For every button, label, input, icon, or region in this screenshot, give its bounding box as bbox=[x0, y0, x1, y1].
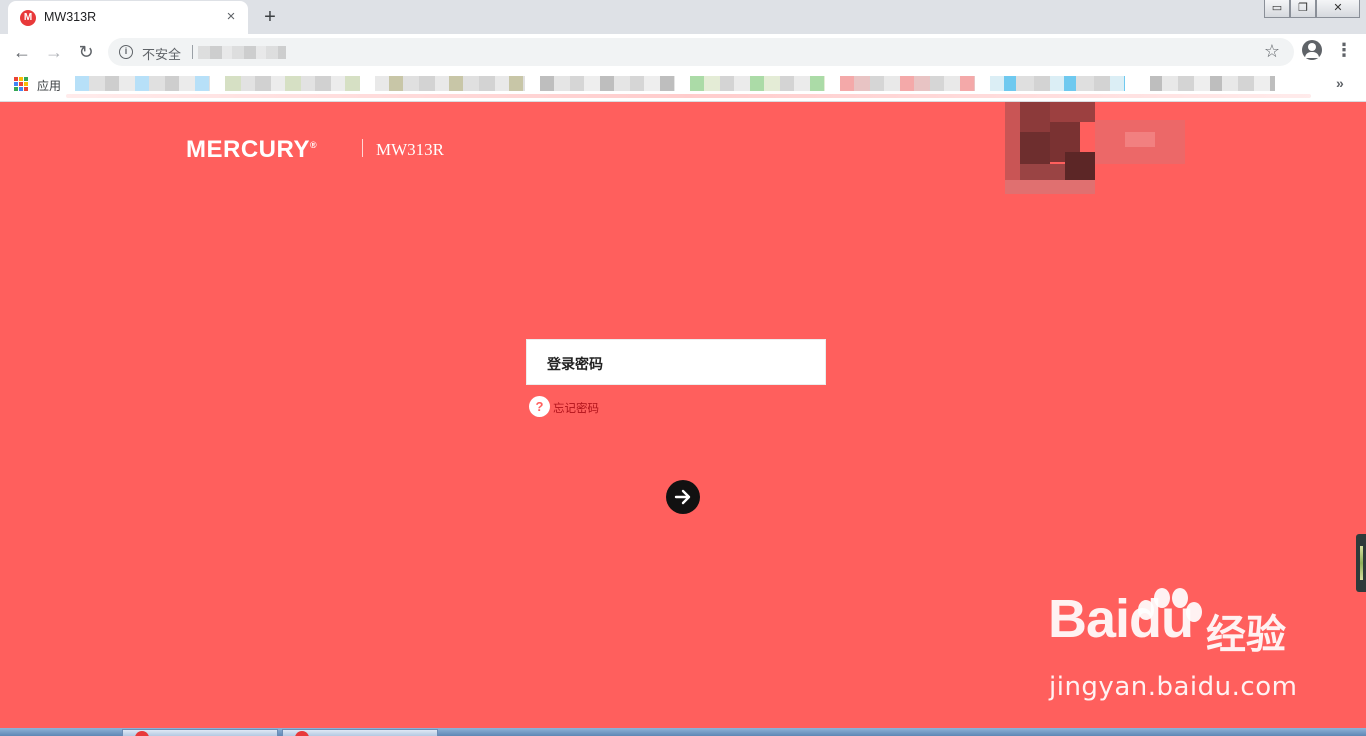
reload-button[interactable]: ↻ bbox=[74, 40, 98, 64]
browser-toolbar: ← → ↻ i 不安全 ☆ bbox=[0, 34, 1366, 70]
bookmarks-bar: 应用 » bbox=[0, 70, 1366, 102]
restore-button[interactable]: ❐ bbox=[1290, 0, 1316, 18]
url-divider bbox=[192, 45, 193, 59]
forgot-password-label[interactable]: 忘记密码 bbox=[553, 400, 599, 416]
password-placeholder: 登录密码 bbox=[547, 357, 603, 373]
router-model: MW313R bbox=[376, 140, 444, 159]
chrome-task-icon bbox=[135, 731, 149, 736]
apps-label[interactable]: 应用 bbox=[37, 77, 61, 94]
bookmark-highlight-strip bbox=[66, 94, 1311, 98]
logo-divider bbox=[362, 139, 363, 157]
blurred-bookmark[interactable] bbox=[1150, 76, 1275, 91]
blurred-bookmark[interactable] bbox=[540, 76, 675, 91]
more-bookmarks-icon[interactable]: » bbox=[1336, 75, 1344, 91]
info-icon[interactable]: i bbox=[119, 45, 133, 59]
blurred-image bbox=[1005, 102, 1185, 194]
blurred-bookmark[interactable] bbox=[990, 76, 1125, 91]
apps-grid-icon[interactable] bbox=[14, 77, 28, 91]
forward-button[interactable]: → bbox=[42, 40, 66, 64]
blurred-bookmark[interactable] bbox=[225, 76, 360, 91]
blurred-bookmark[interactable] bbox=[690, 76, 825, 91]
tab-title: MW313R bbox=[44, 10, 97, 24]
bookmark-star-icon[interactable]: ☆ bbox=[1264, 41, 1280, 62]
minimize-button[interactable]: ▭ bbox=[1264, 0, 1290, 18]
side-scroll-handle[interactable] bbox=[1356, 534, 1366, 592]
chrome-task-icon bbox=[295, 731, 309, 736]
new-tab-button[interactable]: + bbox=[258, 5, 282, 29]
registered-mark: ® bbox=[309, 140, 318, 150]
baidu-paw-icon bbox=[1138, 588, 1202, 622]
arrow-right-icon bbox=[674, 489, 691, 505]
window-controls: ▭ ❐ ✕ bbox=[1264, 0, 1360, 18]
close-tab-icon[interactable]: × bbox=[222, 8, 240, 26]
router-login-page: MERCURY® MW313R 登录密码 ? 忘记密码 Baidu 经验 jin… bbox=[0, 102, 1366, 728]
blurred-bookmark[interactable] bbox=[375, 76, 525, 91]
tab-strip: M MW313R × + ▭ ❐ ✕ bbox=[0, 0, 1366, 34]
taskbar-item[interactable] bbox=[282, 729, 438, 736]
blurred-bookmark[interactable] bbox=[75, 76, 210, 91]
login-button[interactable] bbox=[666, 480, 700, 514]
question-help-icon[interactable]: ? bbox=[529, 396, 550, 417]
brand-name: MERCURY bbox=[186, 136, 310, 163]
taskbar-item[interactable] bbox=[122, 729, 278, 736]
back-button[interactable]: ← bbox=[10, 40, 34, 64]
password-input[interactable]: 登录密码 bbox=[526, 339, 826, 385]
browser-tab[interactable]: M MW313R × bbox=[8, 1, 248, 34]
watermark-url: jingyan.baidu.com bbox=[1049, 672, 1298, 702]
address-bar[interactable]: i 不安全 ☆ bbox=[108, 38, 1294, 66]
close-window-button[interactable]: ✕ bbox=[1316, 0, 1360, 18]
security-label[interactable]: 不安全 bbox=[142, 44, 181, 63]
blurred-url bbox=[198, 46, 286, 59]
blurred-bookmark[interactable] bbox=[840, 76, 975, 91]
mercury-favicon-icon: M bbox=[20, 10, 36, 26]
browser-menu-icon[interactable]: ⋮ bbox=[1334, 40, 1354, 60]
jingyan-watermark: 经验 bbox=[1206, 612, 1286, 658]
account-icon[interactable] bbox=[1302, 40, 1322, 60]
os-taskbar bbox=[0, 728, 1366, 736]
mercury-logo: MERCURY® bbox=[186, 136, 317, 164]
